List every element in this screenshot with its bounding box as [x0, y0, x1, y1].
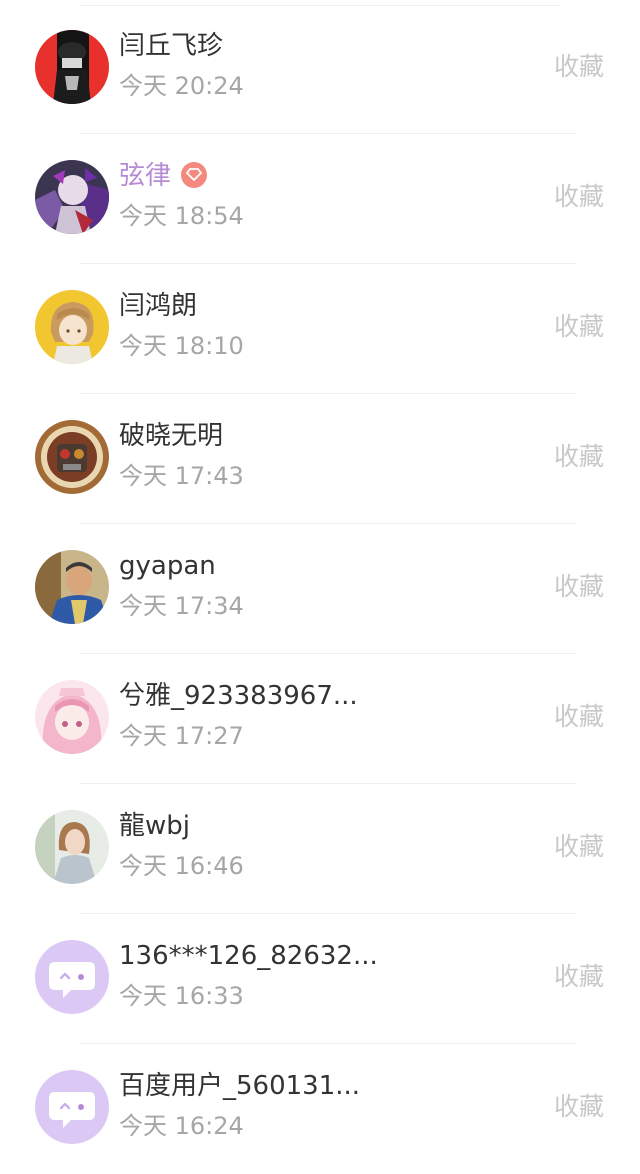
avatar[interactable]	[35, 940, 109, 1014]
user-name[interactable]: 兮雅_923383967...	[119, 676, 358, 716]
favorite-button[interactable]: 收藏	[554, 568, 604, 606]
favorite-button[interactable]: 收藏	[554, 1088, 604, 1126]
default-chat-avatar-icon	[35, 1070, 109, 1144]
list-item[interactable]: gyapan 今天 17:34 收藏	[0, 524, 640, 654]
avatar[interactable]	[35, 160, 109, 234]
user-name[interactable]: 闫丘飞珍	[119, 26, 223, 66]
list-item[interactable]: 百度用户_560131... 今天 16:24 收藏	[0, 1044, 640, 1174]
vip-badge-icon	[181, 161, 208, 188]
user-name[interactable]: 136***126_82632...	[119, 936, 378, 976]
timestamp: 今天 16:46	[119, 852, 244, 880]
favorite-button[interactable]: 收藏	[554, 698, 604, 736]
pink-anime-avatar-icon	[35, 680, 109, 754]
timestamp: 今天 16:33	[119, 982, 244, 1010]
user-name[interactable]: 弦律	[119, 156, 208, 196]
list-item[interactable]: 136***126_82632... 今天 16:33 收藏	[0, 914, 640, 1044]
list-item[interactable]: 破晓无明 今天 17:43 收藏	[0, 394, 640, 524]
dark-character-avatar-icon	[35, 30, 109, 104]
favorite-button[interactable]: 收藏	[554, 828, 604, 866]
list-item[interactable]: 弦律 今天 18:54 收藏	[0, 134, 640, 264]
user-name[interactable]: 破晓无明	[119, 416, 223, 456]
cartoon-girl-avatar-icon	[35, 290, 109, 364]
timestamp: 今天 17:43	[119, 462, 244, 490]
list-item[interactable]: 龍wbj 今天 16:46 收藏	[0, 784, 640, 914]
favorite-button[interactable]: 收藏	[554, 308, 604, 346]
timestamp: 今天 18:54	[119, 202, 244, 230]
avatar[interactable]	[35, 420, 109, 494]
timestamp: 今天 17:34	[119, 592, 244, 620]
avatar[interactable]	[35, 550, 109, 624]
favorite-button[interactable]: 收藏	[554, 48, 604, 86]
avatar[interactable]	[35, 1070, 109, 1144]
list-item[interactable]: 闫丘飞珍 今天 20:24 收藏	[0, 4, 640, 134]
user-name[interactable]: 龍wbj	[119, 806, 190, 846]
favorite-button[interactable]: 收藏	[554, 178, 604, 216]
avatar[interactable]	[35, 290, 109, 364]
list-item[interactable]: 兮雅_923383967... 今天 17:27 收藏	[0, 654, 640, 784]
default-chat-avatar-icon	[35, 940, 109, 1014]
user-name[interactable]: 百度用户_560131...	[119, 1066, 360, 1106]
woman-photo-avatar-icon	[35, 810, 109, 884]
user-name-text: 弦律	[119, 161, 172, 191]
man-photo-avatar-icon	[35, 550, 109, 624]
favorite-button[interactable]: 收藏	[554, 958, 604, 996]
timestamp: 今天 16:24	[119, 1112, 244, 1140]
timestamp: 今天 18:10	[119, 332, 244, 360]
anime-character-avatar-icon	[35, 160, 109, 234]
user-name[interactable]: 闫鸿朗	[119, 286, 197, 326]
avatar[interactable]	[35, 30, 109, 104]
favorite-button[interactable]: 收藏	[554, 438, 604, 476]
avatar[interactable]	[35, 810, 109, 884]
game-emblem-avatar-icon	[35, 420, 109, 494]
list-item[interactable]: 闫鸿朗 今天 18:10 收藏	[0, 264, 640, 394]
avatar[interactable]	[35, 680, 109, 754]
timestamp: 今天 17:27	[119, 722, 244, 750]
timestamp: 今天 20:24	[119, 72, 244, 100]
user-name[interactable]: gyapan	[119, 546, 216, 586]
